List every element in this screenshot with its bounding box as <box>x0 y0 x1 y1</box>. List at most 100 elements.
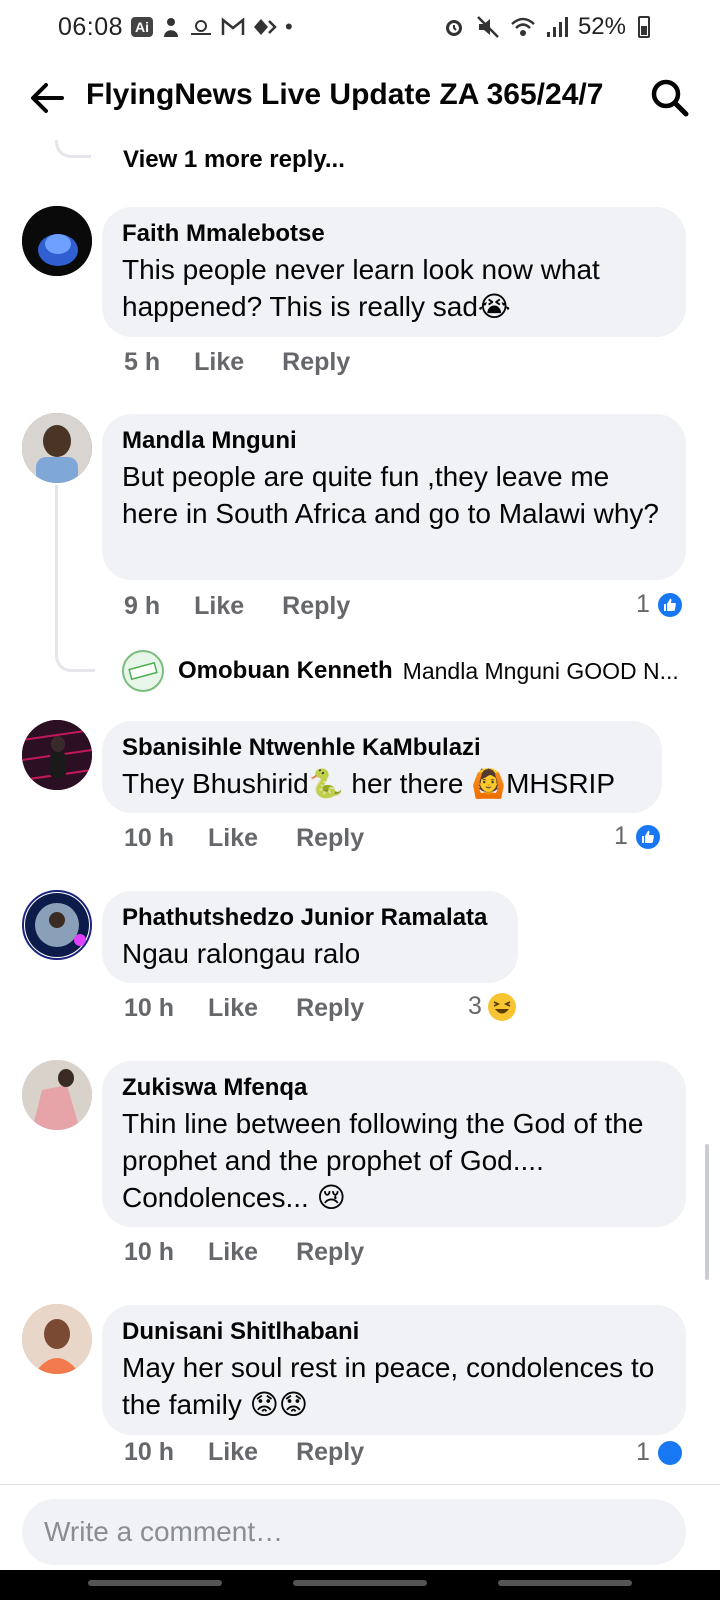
search-button[interactable] <box>648 76 692 120</box>
comment-text: Thin line between following the God of t… <box>122 1108 644 1213</box>
like-reaction-icon <box>633 822 662 851</box>
nav-home-button[interactable] <box>293 1580 427 1586</box>
view-more-replies-link[interactable]: View 1 more reply... <box>123 146 345 174</box>
comment-actions: 10 h Like Reply <box>124 1238 364 1267</box>
comments-feed[interactable]: View 1 more reply... Faith Mmalebotse Th… <box>0 140 720 1484</box>
notification-icons: Ai • <box>131 14 293 40</box>
haha-reaction-icon <box>487 992 516 1021</box>
gmail-icon <box>221 17 245 35</box>
comment-time: 10 h <box>124 824 175 852</box>
like-button[interactable]: Like <box>208 1238 258 1267</box>
comment-text: But people are quite fun ,they leave me … <box>122 461 659 529</box>
reply-avatar[interactable] <box>122 650 164 692</box>
like-button[interactable]: Like <box>194 592 244 621</box>
search-icon <box>651 79 689 117</box>
reaction-count-value: 1 <box>636 590 650 618</box>
thread-line <box>55 485 58 615</box>
reaction-count[interactable]: 3 <box>468 992 516 1021</box>
comment-actions: 10 h Like Reply <box>124 824 364 853</box>
comment-bubble[interactable]: Phathutshedzo Junior Ramalata Ngau ralon… <box>102 891 518 983</box>
like-button[interactable]: Like <box>208 994 258 1023</box>
reply-button[interactable]: Reply <box>296 994 364 1023</box>
reply-author[interactable]: Omobuan Kenneth <box>178 657 393 685</box>
reaction-count[interactable]: 1 <box>614 822 662 851</box>
comment-time: 10 h <box>124 1438 175 1466</box>
avatar[interactable] <box>22 413 92 483</box>
like-reaction-icon <box>655 1438 684 1467</box>
profile-photo-icon <box>22 720 92 790</box>
status-bar: 06:08 Ai • 52% <box>0 0 720 56</box>
reaction-count[interactable]: 1 <box>636 590 684 619</box>
comment-actions: 10 h Like Reply <box>124 1438 364 1467</box>
comment-author[interactable]: Phathutshedzo Junior Ramalata <box>122 903 498 933</box>
ai-icon: Ai <box>131 17 153 37</box>
comment-bubble[interactable]: Faith Mmalebotse This people never learn… <box>102 207 686 337</box>
system-icons: 52% <box>442 13 650 41</box>
back-button[interactable] <box>26 76 70 120</box>
battery-icon <box>638 16 650 38</box>
like-button[interactable]: Like <box>208 1438 258 1467</box>
system-nav-bar <box>0 1570 720 1600</box>
comment-author[interactable]: Dunisani Shitlhabani <box>122 1317 666 1347</box>
avatar[interactable] <box>22 1304 92 1374</box>
comment-bubble[interactable]: Mandla Mnguni But people are quite fun ,… <box>102 414 686 580</box>
comment-time: 5 h <box>124 348 161 376</box>
comment-text: This people never learn look now what ha… <box>122 254 600 322</box>
like-button[interactable]: Like <box>194 348 244 377</box>
comment-author[interactable]: Mandla Mnguni <box>122 426 666 456</box>
arrow-left-icon <box>31 83 64 113</box>
nav-recents-button[interactable] <box>88 1580 222 1586</box>
reaction-count-value: 3 <box>468 992 482 1020</box>
comment-bubble[interactable]: Dunisani Shitlhabani May her soul rest i… <box>102 1305 686 1435</box>
signal-icon <box>546 17 568 37</box>
profile-photo-icon <box>22 1304 92 1374</box>
reply-preview[interactable]: Omobuan Kenneth Mandla Mnguni GOOD N... <box>122 650 679 692</box>
reply-button[interactable]: Reply <box>296 1438 364 1467</box>
profile-photo-icon <box>22 206 92 276</box>
like-reaction-icon <box>655 590 684 619</box>
reaction-count-value: 1 <box>614 822 628 850</box>
wifi-icon <box>511 17 535 36</box>
app-header: FlyingNews Live Update ZA 365/24/7 <box>0 62 720 134</box>
comment-time: 9 h <box>124 592 161 620</box>
comment-actions: 10 h Like Reply <box>124 994 364 1023</box>
profile-photo-icon <box>25 893 89 957</box>
battery-percent: 52% <box>577 13 626 40</box>
reply-button[interactable]: Reply <box>296 824 364 853</box>
comment-time: 10 h <box>124 1238 175 1266</box>
profile-photo-icon <box>128 661 158 681</box>
avatar[interactable] <box>22 890 92 960</box>
comment-composer <box>0 1484 720 1570</box>
profile-photo-icon <box>22 1060 92 1130</box>
reply-button[interactable]: Reply <box>282 348 350 377</box>
comment-author[interactable]: Faith Mmalebotse <box>122 219 666 249</box>
comment-bubble[interactable]: Sbanisihle Ntwenhle KaMbulazi They Bhush… <box>102 721 662 813</box>
profile-photo-icon <box>22 413 92 483</box>
avatar[interactable] <box>22 1060 92 1130</box>
scrollbar[interactable] <box>705 1144 709 1280</box>
comment-author[interactable]: Zukiswa Mfenqa <box>122 1073 666 1103</box>
like-button[interactable]: Like <box>208 824 258 853</box>
weather-icon <box>191 20 211 35</box>
nav-diamond-icon <box>254 19 277 35</box>
avatar[interactable] <box>22 720 92 790</box>
page-title: FlyingNews Live Update ZA 365/24/7 <box>86 78 604 111</box>
person-icon <box>164 18 178 37</box>
comment-author[interactable]: Sbanisihle Ntwenhle KaMbulazi <box>122 733 642 763</box>
thread-line <box>55 610 95 672</box>
reaction-count[interactable]: 1 <box>636 1438 684 1467</box>
comment-actions: 5 h Like Reply <box>124 348 350 377</box>
comment-input[interactable] <box>22 1499 686 1565</box>
dot-icon: • <box>285 14 293 39</box>
mute-icon <box>477 16 499 38</box>
comment-text: Ngau ralongau ralo <box>122 938 361 969</box>
reply-button[interactable]: Reply <box>282 592 350 621</box>
reply-button[interactable]: Reply <box>296 1238 364 1267</box>
status-time: 06:08 <box>58 13 124 41</box>
nav-back-button[interactable] <box>498 1580 632 1586</box>
thread-line <box>55 140 91 158</box>
comment-bubble[interactable]: Zukiswa Mfenqa Thin line between followi… <box>102 1061 686 1227</box>
comment-text: May her soul rest in peace, condolences … <box>122 1352 655 1420</box>
alarm-icon <box>445 20 462 36</box>
avatar[interactable] <box>22 206 92 276</box>
